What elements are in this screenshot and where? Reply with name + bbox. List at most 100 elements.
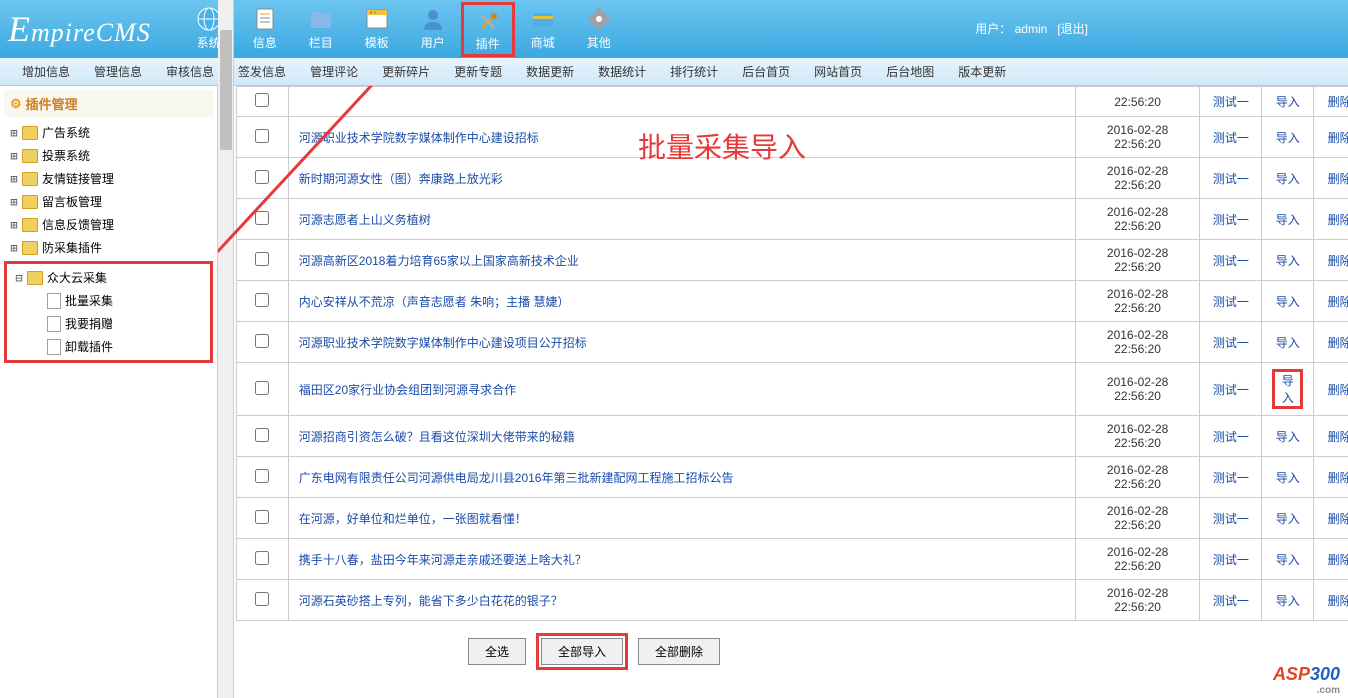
row-checkbox[interactable]	[255, 510, 269, 524]
nav-item-user[interactable]: 用户	[405, 2, 461, 57]
delete-link[interactable]: 删除	[1328, 553, 1348, 567]
delete-link[interactable]: 删除	[1328, 95, 1348, 109]
select-all-button[interactable]: 全选	[468, 638, 526, 665]
row-user[interactable]: 测试一	[1213, 594, 1249, 608]
import-link[interactable]: 导入	[1276, 512, 1300, 526]
row-user[interactable]: 测试一	[1213, 295, 1249, 309]
import-link[interactable]: 导入	[1276, 254, 1300, 268]
expand-icon[interactable]: ⊞	[8, 172, 20, 186]
row-checkbox[interactable]	[255, 170, 269, 184]
import-link[interactable]: 导入	[1276, 295, 1300, 309]
tree-item[interactable]: ⊞投票系统	[4, 144, 213, 167]
tree-sub-item[interactable]: 卸载插件	[9, 335, 208, 358]
subnav-link[interactable]: 数据更新	[514, 63, 586, 80]
row-title[interactable]: 河源职业技术学院数字媒体制作中心建设项目公开招标	[299, 336, 587, 350]
import-link[interactable]: 导入	[1276, 131, 1300, 145]
row-user[interactable]: 测试一	[1213, 383, 1249, 397]
row-checkbox[interactable]	[255, 293, 269, 307]
expand-icon[interactable]: ⊞	[8, 149, 20, 163]
delete-link[interactable]: 删除	[1328, 512, 1348, 526]
nav-item-window[interactable]: 模板	[349, 2, 405, 57]
delete-link[interactable]: 删除	[1328, 430, 1348, 444]
subnav-link[interactable]: 更新专题	[442, 63, 514, 80]
row-checkbox[interactable]	[255, 211, 269, 225]
row-user[interactable]: 测试一	[1213, 213, 1249, 227]
nav-item-card[interactable]: 商城	[515, 2, 571, 57]
nav-item-folder[interactable]: 栏目	[293, 2, 349, 57]
row-checkbox[interactable]	[255, 592, 269, 606]
logout-link[interactable]: [退出]	[1057, 22, 1088, 36]
delete-link[interactable]: 删除	[1328, 594, 1348, 608]
row-user[interactable]: 测试一	[1213, 172, 1249, 186]
subnav-link[interactable]: 更新碎片	[370, 63, 442, 80]
nav-item-gear[interactable]: 其他	[571, 2, 627, 57]
expand-icon[interactable]: ⊞	[8, 218, 20, 232]
delete-link[interactable]: 删除	[1328, 131, 1348, 145]
delete-link[interactable]: 删除	[1328, 336, 1348, 350]
row-user[interactable]: 测试一	[1213, 553, 1249, 567]
delete-link[interactable]: 删除	[1328, 383, 1348, 397]
tree-item[interactable]: ⊞信息反馈管理	[4, 213, 213, 236]
row-checkbox[interactable]	[255, 428, 269, 442]
row-user[interactable]: 测试一	[1213, 95, 1249, 109]
row-title[interactable]: 河源志愿者上山义务植树	[299, 213, 431, 227]
import-link[interactable]: 导入	[1276, 172, 1300, 186]
import-link[interactable]: 导入	[1276, 95, 1300, 109]
expand-icon[interactable]: ⊞	[8, 126, 20, 140]
subnav-link[interactable]: 审核信息	[154, 63, 226, 80]
subnav-link[interactable]: 后台地图	[874, 63, 946, 80]
tree-item[interactable]: ⊞友情链接管理	[4, 167, 213, 190]
row-title[interactable]: 福田区20家行业协会组团到河源寻求合作	[299, 383, 516, 397]
expand-icon[interactable]: ⊞	[8, 195, 20, 209]
subnav-link[interactable]: 排行统计	[658, 63, 730, 80]
nav-item-doc[interactable]: 信息	[237, 2, 293, 57]
row-title[interactable]: 河源招商引资怎么破？且看这位深圳大佬带来的秘籍	[299, 430, 575, 444]
row-user[interactable]: 测试一	[1213, 254, 1249, 268]
subnav-link[interactable]: 后台首页	[730, 63, 802, 80]
row-title[interactable]: 携手十八春，盐田今年来河源走亲戚还要送上啥大礼？	[299, 553, 587, 567]
row-title[interactable]: 河源职业技术学院数字媒体制作中心建设招标	[299, 131, 539, 145]
import-link[interactable]: 导入	[1276, 594, 1300, 608]
subnav-link[interactable]: 签发信息	[226, 63, 298, 80]
subnav-link[interactable]: 数据统计	[586, 63, 658, 80]
delete-link[interactable]: 删除	[1328, 471, 1348, 485]
subnav-link[interactable]: 管理评论	[298, 63, 370, 80]
expand-icon[interactable]: ⊞	[8, 241, 20, 255]
row-user[interactable]: 测试一	[1213, 471, 1249, 485]
tree-item-parent[interactable]: ⊟ 众大云采集	[9, 266, 208, 289]
row-checkbox[interactable]	[255, 381, 269, 395]
row-checkbox[interactable]	[255, 551, 269, 565]
row-checkbox[interactable]	[255, 129, 269, 143]
subnav-link[interactable]: 版本更新	[946, 63, 1018, 80]
subnav-link[interactable]: 网站首页	[802, 63, 874, 80]
row-user[interactable]: 测试一	[1213, 512, 1249, 526]
import-link[interactable]: 导入	[1282, 374, 1294, 405]
row-title[interactable]: 在河源，好单位和烂单位，一张图就看懂！	[299, 512, 527, 526]
import-link[interactable]: 导入	[1276, 213, 1300, 227]
row-user[interactable]: 测试一	[1213, 131, 1249, 145]
subnav-link[interactable]: 管理信息	[82, 63, 154, 80]
expand-icon[interactable]: ⊟	[13, 271, 25, 285]
row-checkbox[interactable]	[255, 93, 269, 107]
import-link[interactable]: 导入	[1276, 430, 1300, 444]
import-link[interactable]: 导入	[1276, 471, 1300, 485]
import-link[interactable]: 导入	[1276, 553, 1300, 567]
tree-item[interactable]: ⊞留言板管理	[4, 190, 213, 213]
row-checkbox[interactable]	[255, 252, 269, 266]
delete-link[interactable]: 删除	[1328, 172, 1348, 186]
row-title[interactable]: 河源高新区2018着力培育65家以上国家高新技术企业	[299, 254, 579, 268]
row-title[interactable]: 新时期河源女性（图）奔康路上放光彩	[299, 172, 503, 186]
delete-link[interactable]: 删除	[1328, 254, 1348, 268]
import-all-button[interactable]: 全部导入	[541, 638, 623, 665]
delete-link[interactable]: 删除	[1328, 295, 1348, 309]
tree-sub-item[interactable]: 我要捐赠	[9, 312, 208, 335]
tree-item[interactable]: ⊞广告系统	[4, 121, 213, 144]
tree-item[interactable]: ⊞防采集插件	[4, 236, 213, 259]
row-checkbox[interactable]	[255, 334, 269, 348]
import-link[interactable]: 导入	[1276, 336, 1300, 350]
nav-item-tools[interactable]: 插件	[461, 2, 515, 57]
row-user[interactable]: 测试一	[1213, 430, 1249, 444]
subnav-link[interactable]: 增加信息	[10, 63, 82, 80]
delete-link[interactable]: 删除	[1328, 213, 1348, 227]
row-checkbox[interactable]	[255, 469, 269, 483]
